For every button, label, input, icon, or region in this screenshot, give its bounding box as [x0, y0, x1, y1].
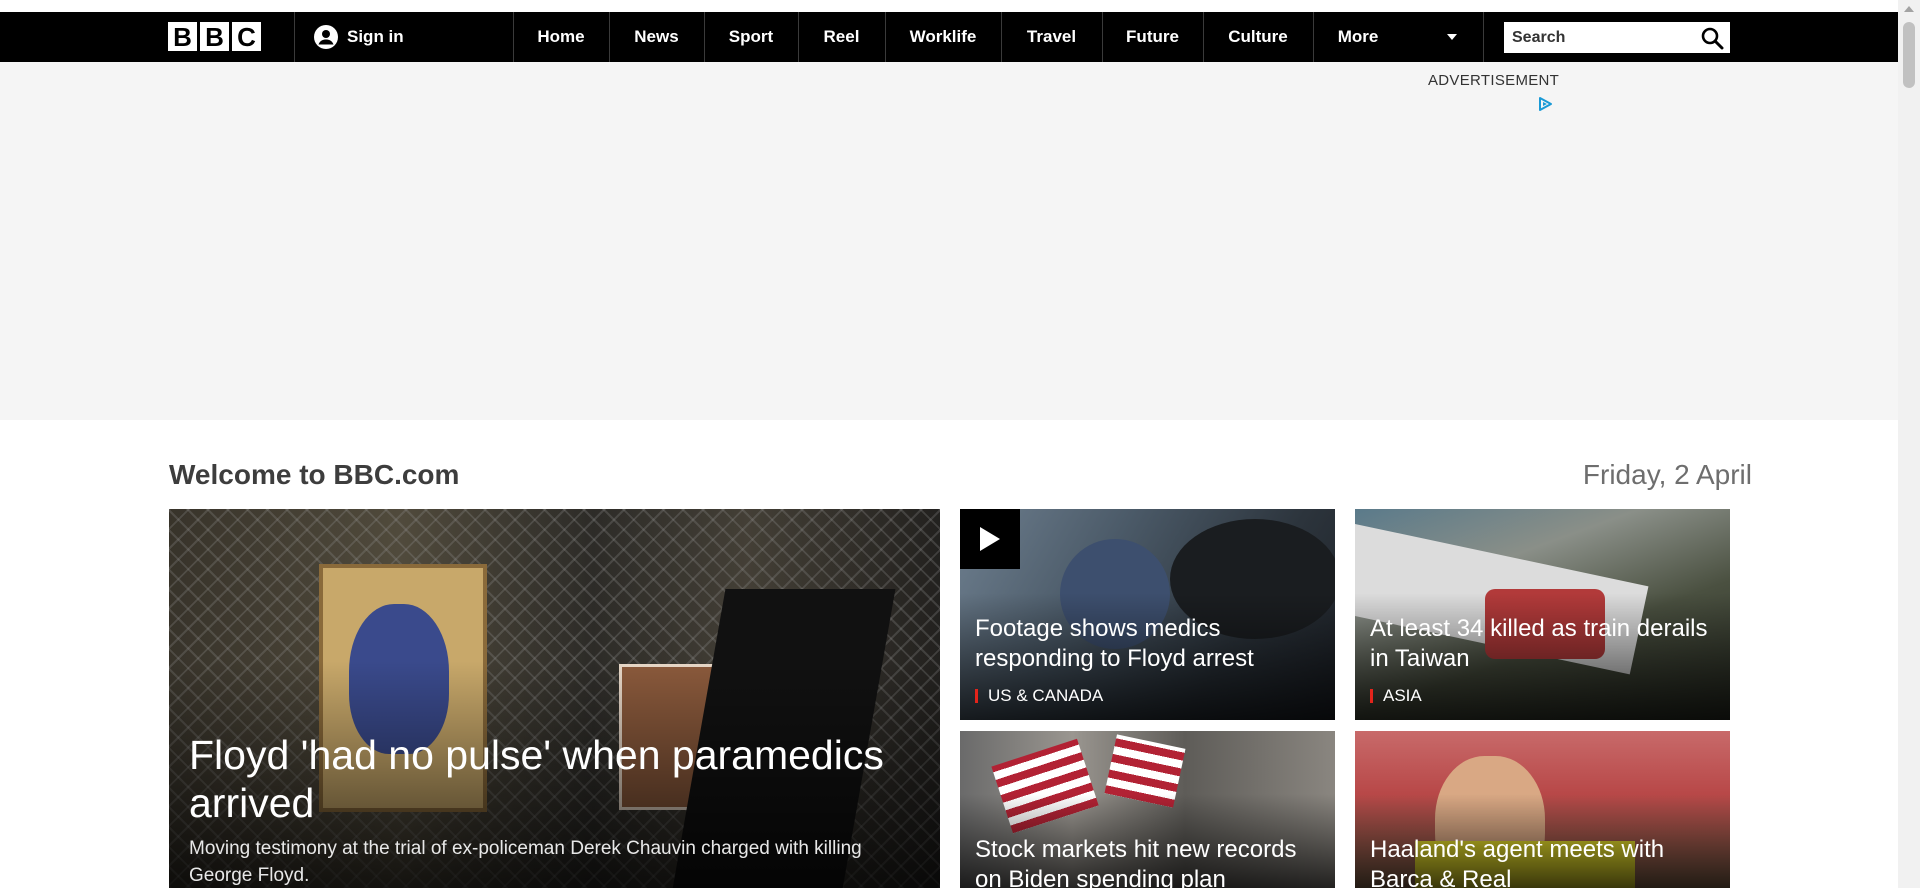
global-navigation: B B C Sign in Home News Sport Reel Workl…	[0, 12, 1898, 62]
nav-more[interactable]: More	[1313, 12, 1403, 62]
nav-worklife[interactable]: Worklife	[885, 12, 1001, 62]
story-card[interactable]: Footage shows medics responding to Floyd…	[960, 509, 1335, 720]
nav-news[interactable]: News	[609, 12, 704, 62]
nav-home[interactable]: Home	[513, 12, 609, 62]
story-section-tag[interactable]: ASIA	[1370, 686, 1422, 706]
story-headline[interactable]: At least 34 killed as train derails in T…	[1370, 614, 1720, 674]
search-input[interactable]	[1512, 22, 1692, 53]
nav-divider	[1483, 12, 1484, 62]
bbc-logo[interactable]: B B C	[168, 22, 261, 52]
sign-in-label: Sign in	[347, 27, 404, 46]
scrollbar-thumb[interactable]	[1903, 22, 1915, 88]
nav-reel[interactable]: Reel	[798, 12, 885, 62]
top-strip	[0, 0, 1898, 12]
story-summary: Moving testimony at the trial of ex-poli…	[189, 838, 862, 886]
play-icon	[980, 527, 1000, 551]
search-box	[1504, 22, 1730, 53]
nav-sport[interactable]: Sport	[704, 12, 798, 62]
adchoices-icon[interactable]	[1537, 96, 1553, 112]
story-card[interactable]: At least 34 killed as train derails in T…	[1355, 509, 1730, 720]
logo-letter: B	[200, 22, 229, 52]
advertisement-label: ADVERTISEMENT	[1428, 72, 1560, 89]
nav-culture[interactable]: Culture	[1203, 12, 1313, 62]
nav-future[interactable]: Future	[1102, 12, 1203, 62]
story-card[interactable]: Haaland's agent meets with Barca & Real	[1355, 731, 1730, 888]
logo-letter: B	[168, 22, 197, 52]
vertical-scrollbar[interactable]	[1898, 0, 1920, 888]
sign-in-link[interactable]: Sign in	[314, 12, 404, 62]
story-headline[interactable]: Footage shows medics responding to Floyd…	[975, 614, 1325, 674]
date-label: Friday, 2 April	[1582, 459, 1752, 490]
lead-story[interactable]: Floyd 'had no pulse' when paramedics arr…	[169, 509, 940, 888]
page-title: Welcome to BBC.com	[169, 459, 460, 490]
logo-letter: C	[232, 22, 261, 52]
advertisement-area[interactable]	[0, 62, 1898, 420]
play-button[interactable]	[960, 509, 1020, 569]
story-headline[interactable]: Haaland's agent meets with Barca & Real	[1370, 835, 1720, 888]
story-card[interactable]: Stock markets hit new records on Biden s…	[960, 731, 1335, 888]
user-icon	[314, 25, 338, 49]
story-headline[interactable]: Floyd 'had no pulse' when paramedics arr…	[189, 731, 929, 827]
story-headline[interactable]: Stock markets hit new records on Biden s…	[975, 835, 1325, 888]
chevron-down-icon[interactable]	[1447, 34, 1457, 40]
search-icon[interactable]	[1700, 26, 1724, 50]
scroll-up-arrow[interactable]	[1904, 6, 1914, 12]
story-section-tag[interactable]: US & CANADA	[975, 686, 1103, 706]
nav-divider	[294, 12, 295, 62]
nav-travel[interactable]: Travel	[1001, 12, 1102, 62]
